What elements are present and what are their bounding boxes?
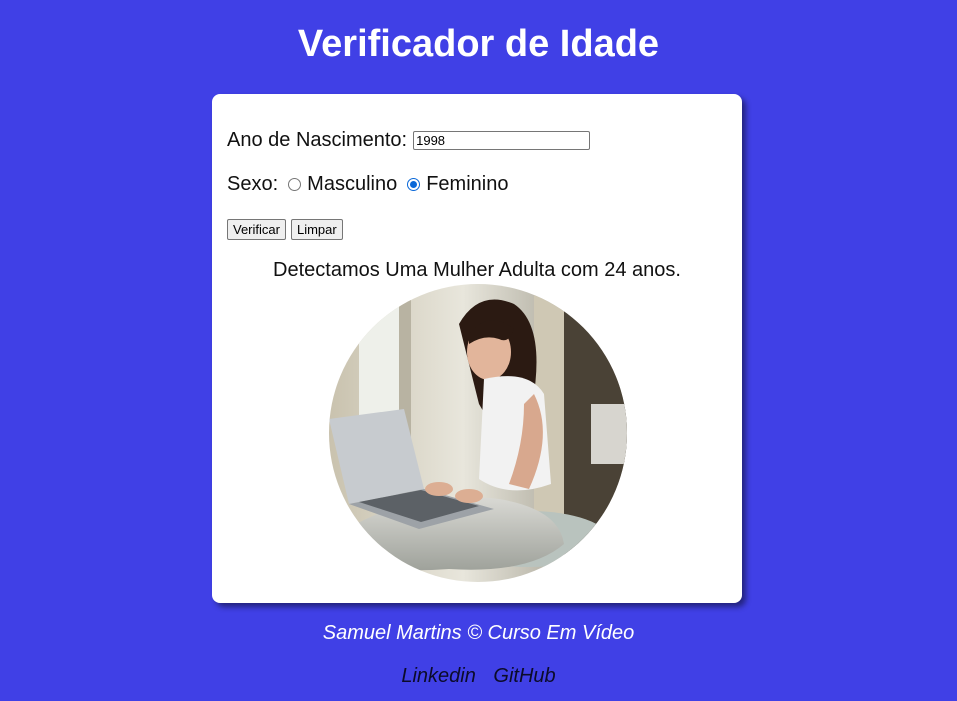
linkedin-link[interactable]: Linkedin (401, 665, 476, 687)
action-buttons: Verificar Limpar (227, 219, 343, 240)
verify-button[interactable]: Verificar (227, 219, 286, 240)
woman-photo-icon (329, 284, 627, 582)
sex-label: Sexo: (227, 173, 279, 195)
sex-row: Sexo: Masculino Feminino (227, 173, 508, 196)
radio-masculino[interactable] (288, 178, 302, 191)
radio-masculino-label[interactable]: Masculino (307, 173, 397, 196)
clear-button[interactable]: Limpar (290, 219, 343, 240)
result-text: Detectamos Uma Mulher Adulta com 24 anos… (273, 259, 681, 281)
footer-links: Linkedin GitHub (0, 665, 957, 688)
radio-feminino-label[interactable]: Feminino (426, 173, 508, 196)
birth-year-row: Ano de Nascimento: (227, 129, 591, 152)
birth-year-label: Ano de Nascimento: (227, 129, 408, 151)
birth-year-input[interactable] (413, 131, 591, 150)
page-title: Verificador de Idade (297, 23, 660, 65)
footer-credit: Samuel Martins © Curso Em Vídeo (322, 622, 635, 644)
radio-feminino[interactable] (407, 178, 421, 191)
github-link[interactable]: GitHub (493, 665, 555, 687)
